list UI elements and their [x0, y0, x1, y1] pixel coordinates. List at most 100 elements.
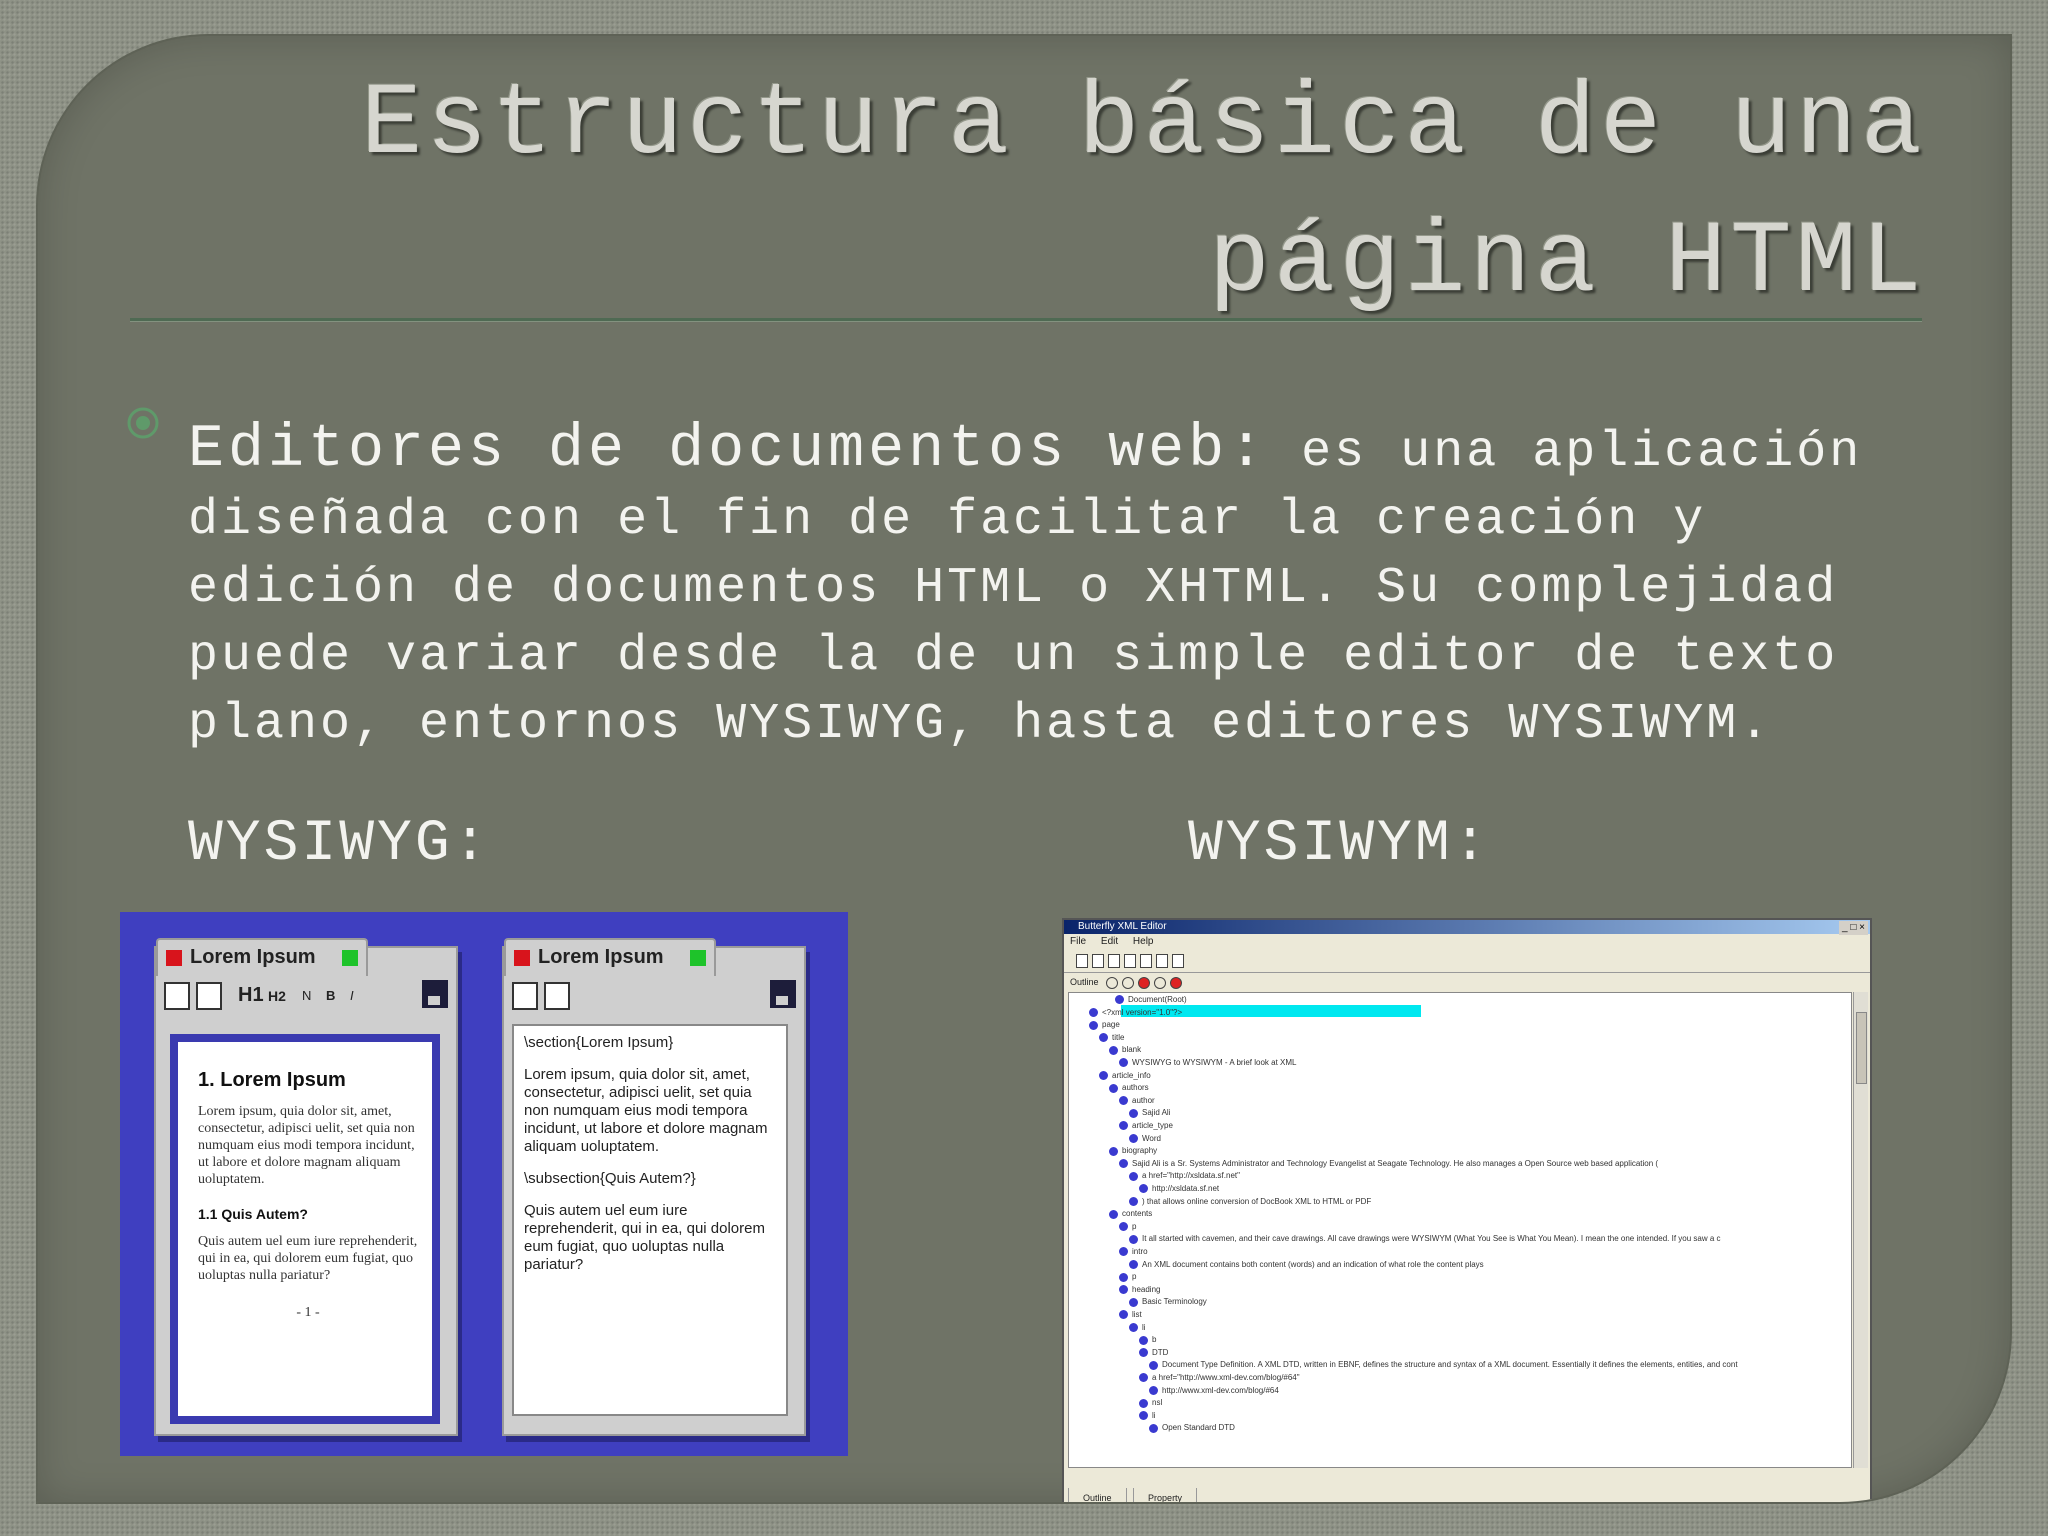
title-line-2: página HTML: [1208, 205, 1926, 321]
tree-node[interactable]: article_info: [1099, 1071, 1151, 1080]
tree-node[interactable]: http://xsldata.sf.net: [1139, 1184, 1220, 1194]
tree-node-label: DTD: [1152, 1347, 1169, 1357]
tab-outline: Outline: [1068, 1488, 1127, 1502]
h2-button: H2: [268, 988, 286, 1004]
maximize-square-icon: [690, 950, 706, 966]
tree-node-label: Document Type Definition. A XML DTD, wri…: [1162, 1360, 1738, 1370]
tree-node[interactable]: list: [1119, 1310, 1142, 1320]
save-icon: [422, 980, 448, 1008]
delete-node-icon: [1138, 977, 1150, 989]
body-lead: Editores de documentos web:: [188, 416, 1269, 484]
tree-node[interactable]: author: [1119, 1096, 1155, 1106]
label-wysiwyg: WYSIWYG:: [188, 812, 491, 877]
tree-node[interactable]: Sajid Ali is a Sr. Systems Administrator…: [1119, 1159, 1658, 1169]
menu-file: File: [1070, 936, 1087, 947]
source-text-area: \section{Lorem Ipsum} Lorem ipsum, quia …: [512, 1024, 788, 1416]
tree-node[interactable]: li: [1139, 1411, 1156, 1421]
node-icon: [1119, 1159, 1128, 1169]
wysiwym-screenshot: Butterfly XML Editor _ □ × File Edit Hel…: [1062, 918, 1872, 1502]
menu-edit: Edit: [1100, 936, 1119, 947]
node-icon: [1129, 1108, 1138, 1118]
tree-node[interactable]: Document(Root): [1115, 995, 1187, 1005]
node-icon: [1139, 1335, 1148, 1345]
tree-node[interactable]: WYSIWYG to WYSIWYM - A brief look at XML: [1119, 1058, 1296, 1068]
tree-node[interactable]: biography: [1109, 1146, 1157, 1156]
tree-node[interactable]: b: [1139, 1335, 1157, 1345]
rendered-page: 1. Lorem Ipsum Lorem ipsum, quia dolor s…: [170, 1034, 440, 1424]
tree-node-label: list: [1132, 1310, 1142, 1319]
tree-node[interactable]: <?xml version="1.0"?>: [1089, 1008, 1182, 1017]
tree-node-label: li: [1142, 1322, 1146, 1332]
node-icon: [1119, 1096, 1128, 1106]
tree-node-label: blank: [1122, 1045, 1142, 1055]
vertical-scrollbar: [1853, 992, 1868, 1468]
node-icon: [1139, 1373, 1148, 1383]
tree-node-label: p: [1132, 1221, 1137, 1231]
tree-node[interactable]: article_type: [1119, 1121, 1173, 1131]
page-paragraph-2: Quis autem uel eum iure reprehenderit, q…: [198, 1234, 418, 1283]
window-titlebar: Butterfly XML Editor _ □ ×: [1064, 920, 1870, 935]
node-icon: [1139, 1184, 1148, 1194]
print-icon: [1140, 954, 1152, 968]
source-paragraph-1: Lorem ipsum, quia dolor sit, amet, conse…: [524, 1066, 768, 1155]
node-icon: [1149, 1360, 1158, 1370]
node-button-icon: [1122, 977, 1134, 989]
page-subheading: 1.1 Quis Autem?: [198, 1206, 308, 1222]
menu-bar: File Edit Help: [1064, 934, 1870, 950]
tree-node[interactable]: ) that allows online conversion of DocBo…: [1129, 1197, 1371, 1206]
tree-node[interactable]: a href="http://www.xml-dev.com/blog/#64": [1139, 1373, 1300, 1383]
tree-node[interactable]: page: [1089, 1020, 1120, 1030]
tree-node-label: article_type: [1132, 1121, 1173, 1130]
node-icon: [1139, 1411, 1148, 1421]
node-icon: [1109, 1083, 1118, 1093]
node-icon: [1129, 1234, 1138, 1244]
tree-node[interactable]: title: [1099, 1033, 1124, 1043]
node-icon: [1129, 1196, 1138, 1206]
outline-label: Outline: [1070, 977, 1099, 987]
wysiwyg-illustration: Lorem Ipsum H1 H2 N B I 1. Lorem Ipsum L…: [120, 912, 848, 1456]
tree-node[interactable]: It all started with cavemen, and their c…: [1129, 1234, 1721, 1244]
tree-node[interactable]: Basic Terminology: [1129, 1297, 1207, 1307]
tree-node[interactable]: Sajid Ali: [1129, 1108, 1170, 1118]
tree-node[interactable]: intro: [1119, 1247, 1148, 1257]
open-file-icon: [1092, 954, 1104, 968]
tree-node[interactable]: li: [1129, 1323, 1146, 1332]
tree-node-label: a href="http://xsldata.sf.net": [1142, 1171, 1240, 1181]
close-square-icon: [514, 950, 530, 966]
tree-node[interactable]: Word: [1129, 1134, 1161, 1143]
tree-node[interactable]: p: [1119, 1272, 1136, 1282]
tree-node-label: Basic Terminology: [1142, 1297, 1207, 1307]
tree-node[interactable]: authors: [1109, 1083, 1149, 1093]
source-paragraph-2: Quis autem uel eum iure reprehenderit, q…: [524, 1202, 765, 1273]
body-paragraph: Editores de documentos web: es una aplic…: [188, 416, 1968, 759]
maximize-square-icon: [342, 950, 358, 966]
page-heading: 1. Lorem Ipsum: [198, 1069, 346, 1091]
tree-node-label: It all started with cavemen, and their c…: [1142, 1234, 1721, 1244]
tree-node[interactable]: Document Type Definition. A XML DTD, wri…: [1149, 1360, 1738, 1370]
tree-node[interactable]: nsl: [1139, 1398, 1162, 1408]
tree-node-label: http://xsldata.sf.net: [1152, 1184, 1220, 1193]
tree-node[interactable]: DTD: [1139, 1347, 1169, 1358]
node-icon: [1129, 1297, 1138, 1307]
node-icon: [1119, 1285, 1128, 1295]
tree-node[interactable]: http://www.xml-dev.com/blog/#64: [1149, 1386, 1279, 1395]
node-icon: [1119, 1272, 1128, 1282]
node-icon: [1129, 1322, 1138, 1332]
window-controls: _ □ ×: [1839, 921, 1868, 935]
tree-node[interactable]: heading: [1119, 1285, 1160, 1295]
tree-node[interactable]: contents: [1109, 1209, 1152, 1219]
node-icon: [1129, 1259, 1138, 1269]
tree-node-label: b: [1152, 1335, 1157, 1345]
node-icon: [1139, 1348, 1148, 1358]
tree-node[interactable]: blank: [1109, 1045, 1142, 1055]
toolbar: [1064, 950, 1870, 973]
node-icon: [1109, 1045, 1118, 1055]
tree-node[interactable]: Open Standard DTD: [1149, 1423, 1235, 1433]
tree-node[interactable]: p: [1119, 1221, 1137, 1232]
node-icon: [1129, 1171, 1138, 1181]
tree-node[interactable]: An XML document contains both content (w…: [1129, 1260, 1484, 1269]
tree-node-label: authors: [1122, 1083, 1149, 1093]
menu-help: Help: [1132, 936, 1154, 947]
format-toolbar: [510, 976, 798, 1016]
tree-node[interactable]: a href="http://xsldata.sf.net": [1129, 1171, 1240, 1181]
